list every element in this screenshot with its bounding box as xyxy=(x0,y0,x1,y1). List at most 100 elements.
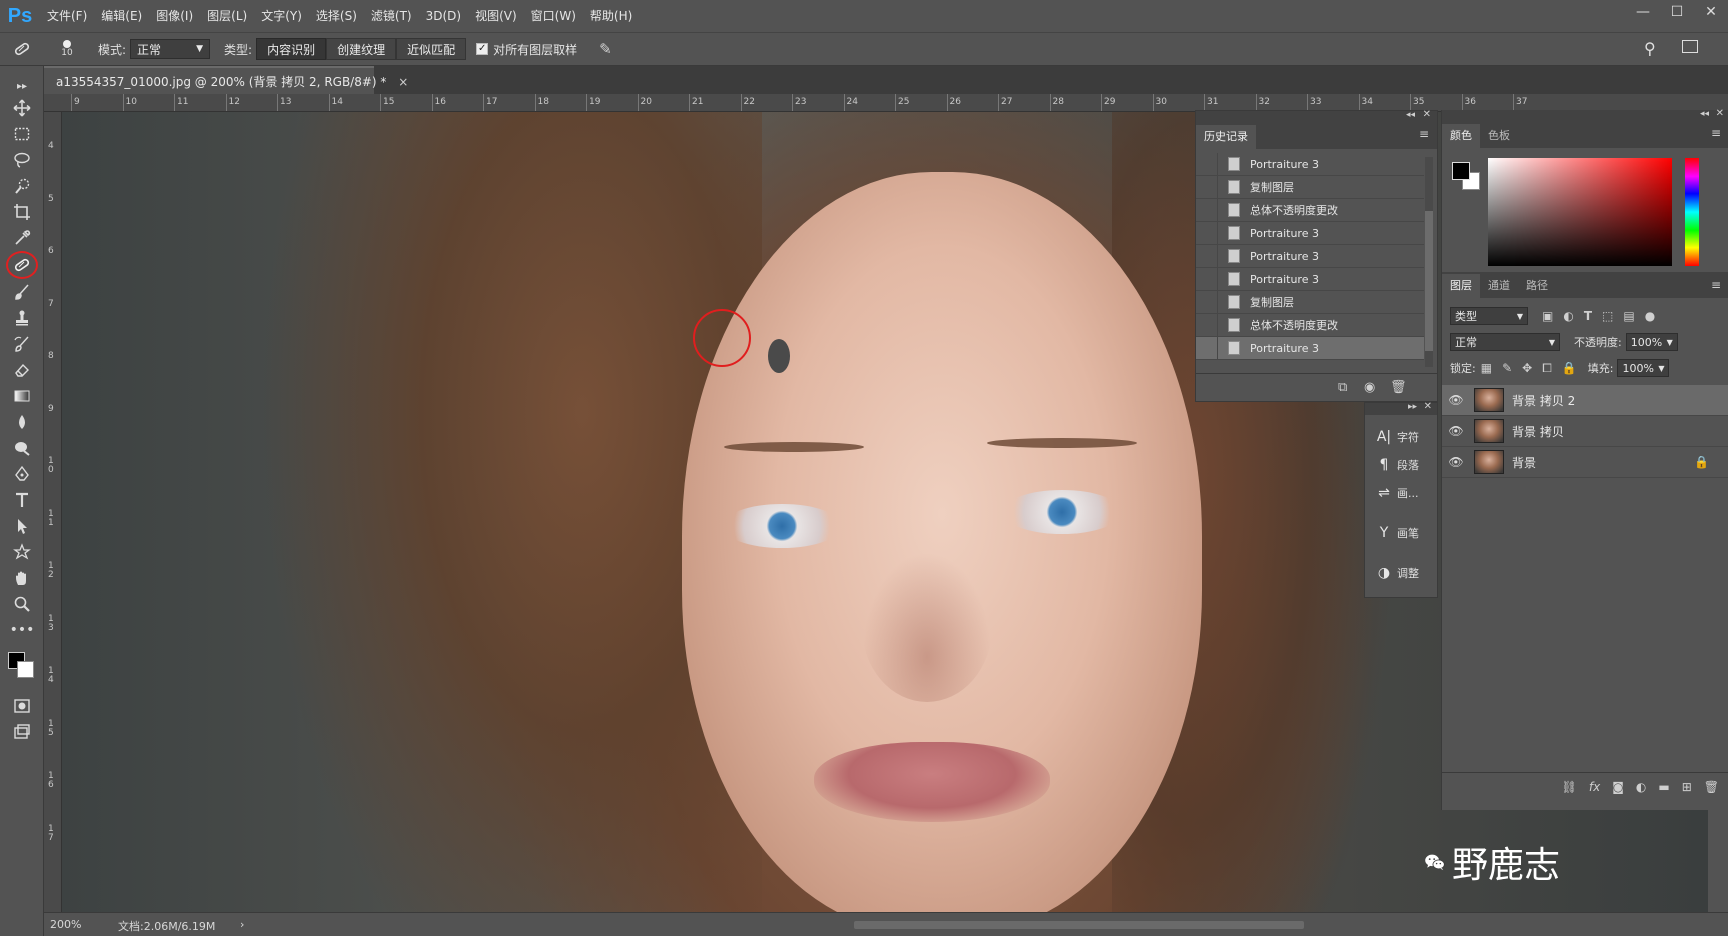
brushes-panel-button[interactable]: Y 画笔 xyxy=(1365,515,1439,551)
panel-menu-icon[interactable]: ≡ xyxy=(1711,278,1721,292)
filter-adjustment-icon[interactable]: ◐ xyxy=(1563,309,1573,323)
visibility-eye-icon[interactable]: 👁 xyxy=(1442,424,1470,438)
history-item[interactable]: 总体不透明度更改 xyxy=(1196,313,1424,337)
foreground-color-swatch[interactable] xyxy=(1452,162,1470,180)
new-group-icon[interactable]: ▬ xyxy=(1658,780,1669,794)
gradient-tool-icon[interactable] xyxy=(8,384,36,408)
delete-layer-icon[interactable]: 🗑 xyxy=(1704,780,1719,794)
zoom-level[interactable]: 200% xyxy=(50,918,81,931)
close-dock-icon[interactable]: ✕ xyxy=(1424,401,1432,412)
delete-state-icon[interactable]: 🗑 xyxy=(1390,380,1407,395)
brush-tool-icon[interactable] xyxy=(8,280,36,304)
opacity-input[interactable]: 100% ▼ xyxy=(1625,333,1678,351)
pressure-size-icon[interactable]: ✎ xyxy=(599,40,612,58)
filter-shape-icon[interactable]: ⬚ xyxy=(1602,309,1613,323)
new-document-from-state-icon[interactable]: ⧉ xyxy=(1338,380,1347,395)
visibility-eye-icon[interactable]: 👁 xyxy=(1442,455,1470,469)
filter-smart-object-icon[interactable]: ▤ xyxy=(1623,309,1634,323)
custom-shape-tool-icon[interactable] xyxy=(8,540,36,564)
history-item[interactable]: Portraiture 3 xyxy=(1196,267,1424,291)
workspace-switcher-icon[interactable] xyxy=(1682,40,1698,53)
panel-menu-icon[interactable]: ≡ xyxy=(1711,126,1721,140)
menu-file[interactable]: 文件(F) xyxy=(40,0,94,32)
menu-filter[interactable]: 滤镜(T) xyxy=(364,0,419,32)
color-panel-swatches[interactable] xyxy=(1452,162,1482,192)
tool-preset-picker[interactable] xyxy=(0,39,44,59)
status-menu-arrow[interactable]: › xyxy=(240,918,244,931)
panel-menu-icon[interactable]: ≡ xyxy=(1419,127,1429,141)
menu-layer[interactable]: 图层(L) xyxy=(200,0,254,32)
layer-style-icon[interactable]: fx xyxy=(1589,780,1600,794)
lock-artboard-icon[interactable]: ⧠ xyxy=(1542,361,1552,376)
close-tab-icon[interactable]: × xyxy=(398,75,408,89)
menu-type[interactable]: 文字(Y) xyxy=(254,0,309,32)
content-aware-button[interactable]: 内容识别 xyxy=(256,38,327,60)
history-brush-tool-icon[interactable] xyxy=(8,332,36,356)
color-swatches[interactable] xyxy=(8,652,38,686)
close-panel-icon[interactable]: ✕ xyxy=(1423,109,1431,120)
lock-all-icon[interactable]: 🔒 xyxy=(1562,361,1577,375)
history-item-current[interactable]: Portraiture 3 xyxy=(1196,336,1424,360)
lock-transparency-icon[interactable]: ▦ xyxy=(1481,361,1492,375)
background-color-swatch[interactable] xyxy=(17,661,34,678)
saturation-value-field[interactable] xyxy=(1488,158,1672,266)
filter-toggle-icon[interactable]: ● xyxy=(1645,309,1655,323)
history-item[interactable]: 复制图层 xyxy=(1196,290,1424,314)
fill-input[interactable]: 100% ▼ xyxy=(1617,359,1670,377)
move-tool-icon[interactable] xyxy=(8,96,36,120)
blend-mode-select[interactable]: 正常 ▼ xyxy=(1450,333,1560,351)
menu-select[interactable]: 选择(S) xyxy=(309,0,364,32)
maximize-button[interactable]: ☐ xyxy=(1660,0,1694,24)
hue-slider[interactable] xyxy=(1685,158,1699,266)
proximity-match-button[interactable]: 近似匹配 xyxy=(396,38,467,60)
tab-layers[interactable]: 图层 xyxy=(1442,274,1480,298)
close-panel-icon[interactable]: ✕ xyxy=(1716,108,1724,119)
filter-type-icon[interactable]: T xyxy=(1584,309,1592,323)
eyedropper-tool-icon[interactable] xyxy=(8,226,36,250)
history-item[interactable]: 总体不透明度更改 xyxy=(1196,198,1424,222)
layer-filter-select[interactable]: 类型 ▼ xyxy=(1450,307,1528,325)
hand-tool-icon[interactable] xyxy=(8,566,36,590)
brush-settings-panel-button[interactable]: ⇌ 画... xyxy=(1365,475,1439,511)
new-layer-icon[interactable]: ⊞ xyxy=(1682,780,1692,794)
pen-tool-icon[interactable] xyxy=(8,462,36,486)
collapse-panel-icon[interactable]: ◂◂ xyxy=(1406,110,1415,120)
menu-image[interactable]: 图像(I) xyxy=(149,0,200,32)
new-adjustment-layer-icon[interactable]: ◐ xyxy=(1636,780,1646,794)
quick-mask-icon[interactable] xyxy=(8,694,36,718)
spot-healing-brush-tool-icon[interactable] xyxy=(6,251,38,279)
history-item[interactable]: Portraiture 3 xyxy=(1196,221,1424,245)
layer-row[interactable]: 👁 背景 拷贝 xyxy=(1442,416,1728,447)
layer-row[interactable]: 👁 背景 🔒 xyxy=(1442,447,1728,478)
history-item[interactable]: Portraiture 3 xyxy=(1196,244,1424,268)
type-tool-icon[interactable] xyxy=(8,488,36,512)
create-texture-button[interactable]: 创建纹理 xyxy=(326,38,397,60)
layer-row[interactable]: 👁 背景 拷贝 2 xyxy=(1442,385,1728,416)
new-snapshot-icon[interactable]: ◉ xyxy=(1364,380,1375,395)
close-window-button[interactable]: ✕ xyxy=(1694,0,1728,24)
link-layers-icon[interactable]: ⛓ xyxy=(1562,780,1577,794)
path-selection-tool-icon[interactable] xyxy=(8,514,36,538)
zoom-tool-icon[interactable] xyxy=(8,592,36,616)
eraser-tool-icon[interactable] xyxy=(8,358,36,382)
marquee-tool-icon[interactable] xyxy=(8,122,36,146)
tab-swatches[interactable]: 色板 xyxy=(1480,124,1518,148)
sample-all-layers-checkbox[interactable]: ✓ xyxy=(476,43,489,55)
adjustments-panel-button[interactable]: ◑ 调整 xyxy=(1365,555,1439,591)
horizontal-scrollbar[interactable] xyxy=(854,921,1304,929)
history-scroll-thumb[interactable] xyxy=(1425,211,1433,351)
lock-image-icon[interactable]: ✎ xyxy=(1502,361,1512,375)
quick-selection-tool-icon[interactable] xyxy=(8,174,36,198)
menu-window[interactable]: 窗口(W) xyxy=(524,0,583,32)
add-mask-icon[interactable]: ◙ xyxy=(1612,780,1624,794)
tab-channels[interactable]: 通道 xyxy=(1480,274,1518,298)
tab-paths[interactable]: 路径 xyxy=(1518,274,1556,298)
collapse-toolbar-icon[interactable]: ▸▸ xyxy=(8,74,36,98)
menu-3d[interactable]: 3D(D) xyxy=(419,0,468,32)
history-item[interactable]: 复制图层 xyxy=(1196,175,1424,199)
search-icon[interactable]: ⚲ xyxy=(1644,39,1656,58)
minimize-button[interactable]: — xyxy=(1626,0,1660,24)
lasso-tool-icon[interactable] xyxy=(8,148,36,172)
document-tab[interactable]: a13554357_01000.jpg @ 200% (背景 拷贝 2, RGB… xyxy=(44,66,408,94)
collapse-panel-icon[interactable]: ◂◂ xyxy=(1700,109,1709,119)
